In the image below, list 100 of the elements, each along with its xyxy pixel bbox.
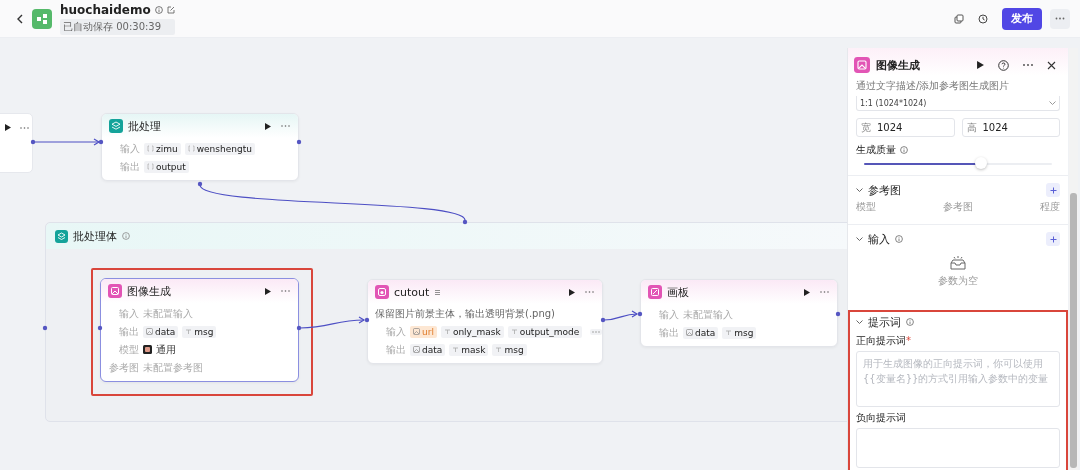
required-mark: * <box>906 335 911 346</box>
row-label: 输入 <box>658 307 679 322</box>
empty-value: 未配置参考图 <box>143 360 203 375</box>
publish-button[interactable]: 发布 <box>1002 7 1042 30</box>
run-icon[interactable] <box>5 124 11 131</box>
image-type-icon <box>146 328 153 335</box>
edge-connector <box>299 316 365 329</box>
row-label: 输出 <box>658 325 679 340</box>
node-title: cutout <box>394 285 430 299</box>
run-icon[interactable] <box>977 61 984 69</box>
connection-handle[interactable] <box>600 317 606 323</box>
array-type-icon <box>147 163 154 170</box>
negative-prompt-field[interactable] <box>856 428 1060 468</box>
help-icon[interactable] <box>998 59 1009 71</box>
node-type-icon <box>854 57 870 73</box>
ratio-select[interactable]: 1:1 (1024*1024) <box>856 96 1060 111</box>
connection-handle[interactable] <box>197 181 203 187</box>
width-field[interactable]: 宽 1024 <box>856 118 955 137</box>
row-label: 模型 <box>118 342 139 357</box>
row-label: 输入 <box>385 324 406 339</box>
node-title: 图像生成 <box>127 283 171 299</box>
connection-handle[interactable] <box>30 139 36 145</box>
connection-handle[interactable] <box>98 139 104 145</box>
section-title: 提示词 <box>868 314 901 330</box>
history-icon[interactable] <box>978 13 988 24</box>
image-type-icon <box>686 329 693 336</box>
info-icon[interactable] <box>906 318 914 326</box>
app-logo-icon <box>32 8 52 29</box>
chevron-down-icon[interactable] <box>856 320 863 324</box>
group-title: 批处理体 <box>73 228 117 244</box>
info-icon[interactable] <box>900 146 908 154</box>
positive-prompt-field[interactable]: 用于生成图像的正向提示词，你可以使用{{变量名}}的方式引用输入参数中的变量 <box>856 351 1060 407</box>
connection-handle[interactable] <box>42 325 48 331</box>
connection-handle[interactable] <box>462 219 468 225</box>
node-type-icon <box>648 285 662 299</box>
height-field[interactable]: 高 1024 <box>961 118 1060 137</box>
run-icon[interactable] <box>569 288 575 296</box>
column-header: 模型 <box>856 200 876 214</box>
plus-icon <box>1049 186 1057 194</box>
back-icon[interactable] <box>16 13 24 24</box>
section-title: 输入 <box>868 231 890 247</box>
workflow-node[interactable]: 画板 输入 未配置输入 输出 data msg <box>640 279 838 347</box>
edge-connector <box>603 310 638 321</box>
tag-label: wenshengtu <box>196 143 252 154</box>
connection-handle[interactable] <box>835 311 841 317</box>
run-icon[interactable] <box>265 122 271 130</box>
text-type-icon <box>452 346 460 353</box>
add-button[interactable] <box>1046 183 1060 197</box>
add-button[interactable] <box>1046 232 1060 246</box>
connection-handle[interactable] <box>296 325 302 331</box>
field-label: 负向提示词 <box>856 412 906 423</box>
connection-handle[interactable] <box>364 317 370 323</box>
edit-icon[interactable] <box>166 5 175 14</box>
text-type-icon <box>443 328 451 335</box>
row-label: 输入 <box>119 141 140 156</box>
tag-label: data <box>695 327 716 338</box>
field-label: 正向提示词 <box>856 335 906 346</box>
slider-thumb[interactable] <box>974 157 987 169</box>
node-type-icon <box>109 119 123 133</box>
chevron-down-icon[interactable] <box>856 237 863 241</box>
save-status: 已自动保存 00:30:39 <box>60 18 175 35</box>
tag-label: output <box>156 161 186 172</box>
row-label: 输入 <box>118 306 139 321</box>
node-title: 批处理 <box>128 118 161 134</box>
tag-label: only_mask <box>452 326 501 337</box>
close-icon[interactable] <box>1047 60 1056 70</box>
run-icon[interactable] <box>804 288 810 296</box>
row-label: 输出 <box>118 324 139 339</box>
node-description: 保留图片前景主体，输出透明背景(.png) <box>375 307 556 321</box>
chevron-down-icon[interactable] <box>856 188 863 192</box>
more-icon <box>592 330 601 333</box>
workflow-node[interactable]: 图像生成 输入 未配置输入 输出 data msg 模型 通用 参考图 未配置参考图 <box>100 278 299 382</box>
node-type-icon <box>375 285 389 299</box>
copy-icon[interactable] <box>954 13 964 24</box>
plus-icon <box>1049 235 1057 243</box>
run-icon[interactable] <box>265 287 271 295</box>
text-type-icon <box>495 346 503 353</box>
column-header: 程度 <box>1040 200 1060 214</box>
column-header: 参考图 <box>943 200 973 214</box>
row-label: 参考图 <box>108 360 139 375</box>
more-icon <box>1055 17 1065 20</box>
empty-box-icon <box>949 255 967 271</box>
info-icon[interactable] <box>895 235 903 243</box>
tag-label: msg <box>194 326 214 337</box>
info-icon[interactable] <box>154 5 163 14</box>
text-type-icon <box>510 328 518 335</box>
layers-icon <box>55 229 68 243</box>
workflow-node[interactable]: 批处理 输入 zimu wenshengtu 输出 output <box>101 113 299 181</box>
connection-handle[interactable] <box>637 311 643 317</box>
text-type-icon <box>725 329 733 336</box>
row-label: 输出 <box>119 159 140 174</box>
workflow-node[interactable]: cutout 保留图片前景主体，输出透明背景(.png) 输入 url only_mask output_mode 输出 data mask msg <box>367 279 603 364</box>
connection-handle[interactable] <box>296 139 302 145</box>
empty-value: 未配置输入 <box>683 307 733 322</box>
connection-handle[interactable] <box>97 325 103 331</box>
section-title: 参考图 <box>868 182 901 198</box>
model-name: 通用 <box>156 342 176 357</box>
workflow-node[interactable] <box>0 113 33 173</box>
model-icon <box>143 345 152 354</box>
edge-connector <box>33 138 100 146</box>
